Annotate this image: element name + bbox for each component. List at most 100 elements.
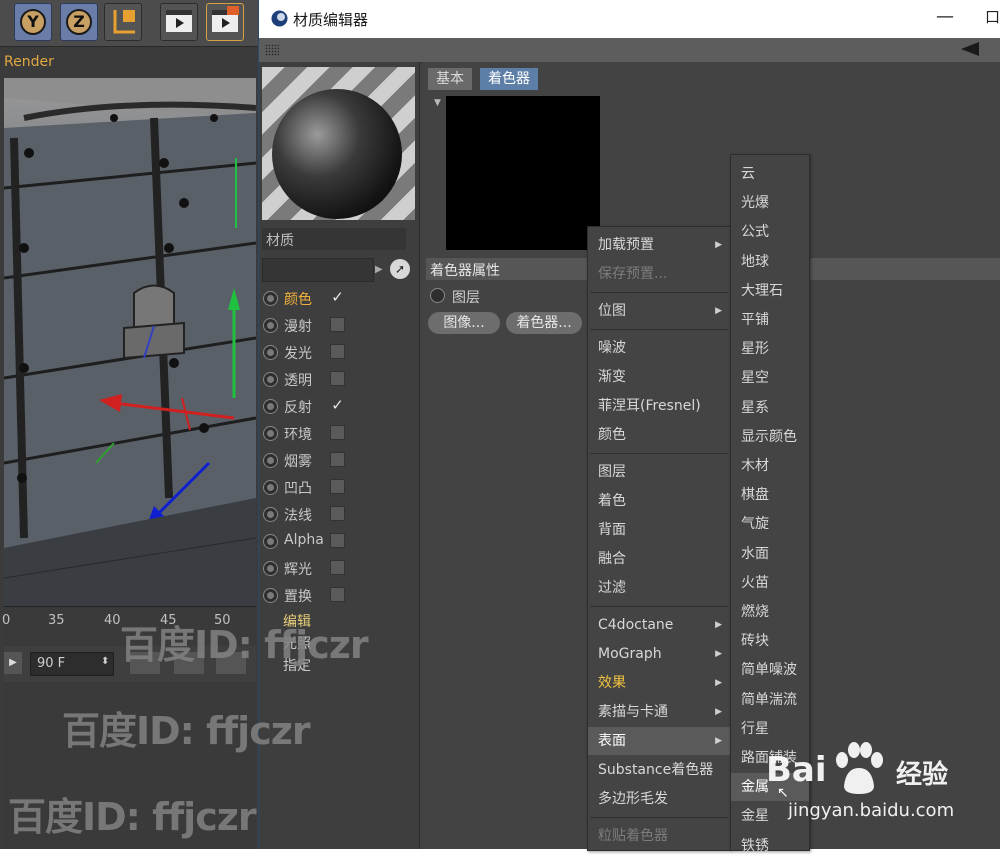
channel-row[interactable]: 辉光	[262, 556, 412, 582]
menu-item[interactable]: 图层	[588, 458, 730, 486]
grip-icon[interactable]	[265, 44, 279, 56]
surface-shader-item[interactable]: 棋盘	[731, 481, 809, 509]
surface-shader-item[interactable]: 水面	[731, 540, 809, 568]
axis-y-button[interactable]: Y	[14, 3, 52, 41]
channel-row[interactable]: 发光	[262, 340, 412, 366]
channel-radio[interactable]	[263, 426, 278, 441]
channel-row[interactable]: 环境	[262, 421, 412, 447]
menu-item[interactable]: 过滤	[588, 574, 730, 602]
surface-shader-item[interactable]: 平铺	[731, 306, 809, 334]
channel-radio[interactable]	[263, 534, 278, 549]
channel-row[interactable]: 烟雾	[262, 448, 412, 474]
channel-checkbox[interactable]	[330, 317, 345, 332]
menu-item[interactable]: 位图 ▶	[588, 297, 730, 325]
surface-shader-item[interactable]: 燃烧	[731, 598, 809, 626]
channel-radio[interactable]	[263, 318, 278, 333]
coordinate-system-button[interactable]	[104, 3, 142, 41]
channel-checkbox[interactable]	[330, 371, 345, 386]
channel-row[interactable]: 反射 ✓	[262, 394, 412, 420]
menu-item[interactable]: 渐变	[588, 363, 730, 391]
surface-shader-item[interactable]: 铁锈	[731, 832, 809, 860]
surface-shader-item[interactable]: 光爆	[731, 189, 809, 217]
channel-row[interactable]: 法线	[262, 502, 412, 528]
dropdown-arrow-icon[interactable]: ▶	[375, 260, 385, 280]
menu-item[interactable]: 效果 ▶	[588, 669, 730, 697]
channel-row[interactable]: 颜色 ✓	[262, 286, 412, 312]
shader-button[interactable]: 着色器...	[506, 312, 582, 334]
channel-radio[interactable]	[263, 399, 278, 414]
surface-shader-item[interactable]: 火苗	[731, 569, 809, 597]
surface-shader-item[interactable]: 砖块	[731, 627, 809, 655]
channel-row[interactable]: Alpha	[262, 529, 412, 555]
channel-checkbox[interactable]: ✓	[330, 398, 345, 413]
channel-radio[interactable]	[263, 480, 278, 495]
surface-shader-item[interactable]: 气旋	[731, 510, 809, 538]
menu-item[interactable]: 加载预置 ▶	[588, 231, 730, 259]
menu-item[interactable]: 多边形毛发	[588, 785, 730, 813]
surface-shader-item[interactable]: 木材	[731, 452, 809, 480]
menu-item[interactable]: Substance着色器	[588, 756, 730, 784]
channel-row[interactable]: 透明	[262, 367, 412, 393]
channel-radio[interactable]	[263, 291, 278, 306]
menu-item[interactable]: 保存预置...	[588, 260, 730, 288]
stepper-icon[interactable]: ⬍	[101, 656, 109, 667]
menu-item[interactable]: 背面	[588, 516, 730, 544]
tab-basic[interactable]: 基本	[428, 68, 472, 90]
image-button[interactable]: 图像...	[428, 312, 500, 334]
tab-shader[interactable]: 着色器	[480, 68, 538, 90]
channel-checkbox[interactable]	[330, 560, 345, 575]
menu-item[interactable]: MoGraph ▶	[588, 640, 730, 668]
surface-shader-item[interactable]: 公式	[731, 218, 809, 246]
channel-checkbox[interactable]: ✓	[330, 290, 345, 305]
pick-cursor-icon[interactable]: ➚	[390, 259, 410, 279]
surface-shader-item[interactable]: 云	[731, 160, 809, 188]
layer-radio[interactable]	[430, 288, 445, 303]
back-arrow-icon[interactable]	[961, 42, 979, 56]
surface-shader-item[interactable]: 星形	[731, 335, 809, 363]
channel-row[interactable]: 置换	[262, 583, 412, 609]
menu-item[interactable]: 粒贴着色器	[588, 822, 730, 850]
channel-checkbox[interactable]	[330, 344, 345, 359]
menu-item[interactable]: 菲涅耳(Fresnel)	[588, 392, 730, 420]
render-picture-viewer-button[interactable]	[206, 3, 244, 41]
channel-checkbox[interactable]	[330, 587, 345, 602]
channel-radio[interactable]	[263, 372, 278, 387]
material-link-field[interactable]	[262, 258, 374, 282]
render-view-button[interactable]	[160, 3, 198, 41]
menu-item[interactable]: C4doctane ▶	[588, 611, 730, 639]
menu-item[interactable]: 融合	[588, 545, 730, 573]
axis-z-button[interactable]: Z	[60, 3, 98, 41]
channel-checkbox[interactable]	[330, 425, 345, 440]
menu-item[interactable]: 着色	[588, 487, 730, 515]
material-name-field[interactable]: 材质	[262, 228, 406, 250]
channel-radio[interactable]	[263, 507, 278, 522]
material-preview[interactable]	[262, 67, 415, 220]
channel-checkbox[interactable]	[330, 506, 345, 521]
menu-item[interactable]: 素描与卡通 ▶	[588, 698, 730, 726]
menu-item[interactable]: 噪波	[588, 334, 730, 362]
restore-button[interactable]: 口	[985, 6, 1000, 30]
surface-shader-item[interactable]: 行星	[731, 715, 809, 743]
surface-shader-item[interactable]: 显示颜色	[731, 423, 809, 451]
play-forward-icon[interactable]: ▶	[4, 652, 22, 674]
surface-shader-item[interactable]: 星系	[731, 394, 809, 422]
surface-shader-item[interactable]: 简单湍流	[731, 686, 809, 714]
3d-scene-view[interactable]	[4, 78, 256, 606]
channel-checkbox[interactable]	[330, 452, 345, 467]
end-frame-field[interactable]: 90 F ⬍	[30, 652, 114, 676]
channel-radio[interactable]	[263, 453, 278, 468]
surface-shader-item[interactable]: 大理石	[731, 277, 809, 305]
channel-checkbox[interactable]	[330, 533, 345, 548]
surface-shader-item[interactable]: 简单噪波	[731, 656, 809, 684]
menu-item[interactable]: 颜色	[588, 421, 730, 449]
channel-radio[interactable]	[263, 345, 278, 360]
collapse-triangle-icon[interactable]: ▼	[434, 98, 441, 108]
channel-radio[interactable]	[263, 561, 278, 576]
menu-item[interactable]: 表面 ▶	[588, 727, 730, 755]
channel-row[interactable]: 漫射	[262, 313, 412, 339]
channel-radio[interactable]	[263, 588, 278, 603]
surface-shader-item[interactable]: 星空	[731, 364, 809, 392]
channel-checkbox[interactable]	[330, 479, 345, 494]
minimize-button[interactable]: —	[933, 6, 957, 30]
surface-shader-item[interactable]: 地球	[731, 248, 809, 276]
